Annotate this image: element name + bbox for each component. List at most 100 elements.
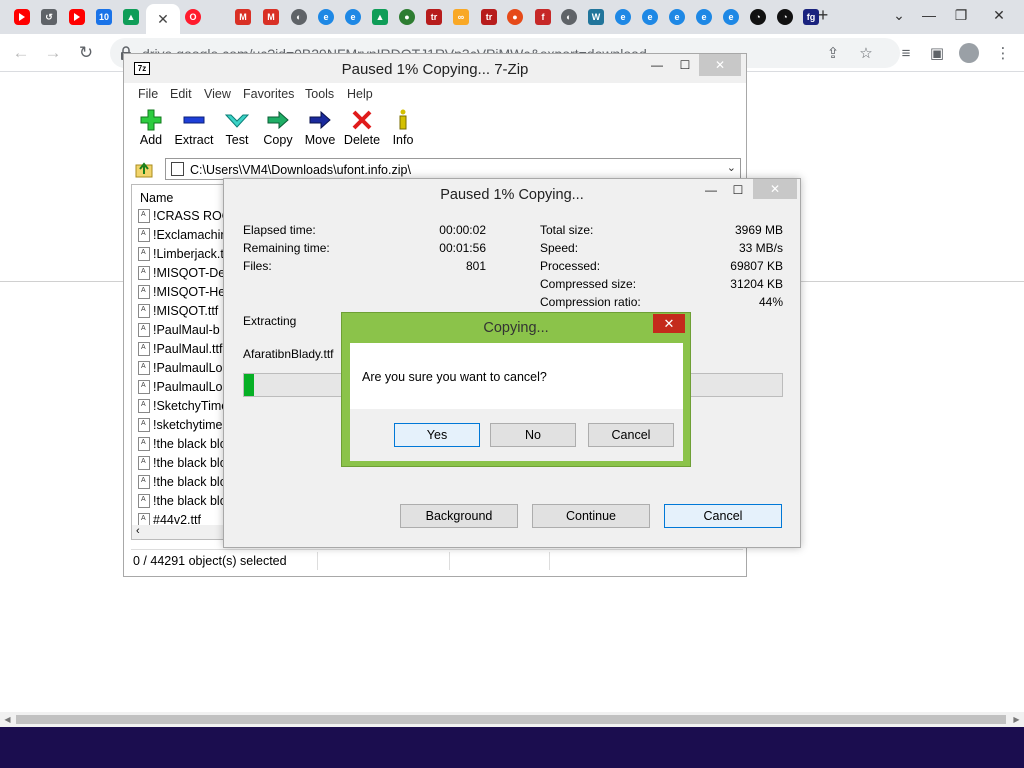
action-label: Extracting [243, 314, 297, 328]
bookmark-star-icon[interactable]: ☆ [853, 40, 879, 66]
dark-circle-icon[interactable]: ◔ [747, 6, 769, 28]
glasses-icon[interactable]: ∞ [450, 6, 472, 28]
history-icon[interactable]: ↺ [38, 6, 60, 28]
file-row[interactable]: !Exclamachine [138, 228, 234, 247]
calendar-icon[interactable]: 10 [93, 6, 115, 28]
scrollbar-thumb[interactable] [16, 715, 1006, 724]
confirm-button-row: Yes No Cancel [350, 409, 683, 461]
file-row[interactable]: !PaulmaulLo [138, 380, 223, 399]
edge-icon[interactable]: e [639, 6, 661, 28]
edge-icon[interactable]: e [342, 6, 364, 28]
maximize-icon[interactable]: ☐ [670, 54, 700, 76]
file-row[interactable]: !the black blo [138, 475, 227, 494]
cancel-button[interactable]: Cancel [664, 504, 782, 528]
info-button[interactable]: Info [387, 109, 419, 153]
file-row[interactable]: !PaulMaul-b [138, 323, 220, 342]
wordpress-icon[interactable]: W [585, 6, 607, 28]
file-row[interactable]: !MISQOT-He [138, 285, 225, 304]
red-f-icon[interactable]: f [532, 6, 554, 28]
side-panel-icon[interactable]: ▣ [924, 40, 950, 66]
chevron-down-icon[interactable]: ⌄ [727, 161, 736, 174]
folder-up-icon[interactable] [135, 160, 153, 178]
globe-icon[interactable]: ◐ [558, 6, 580, 28]
close-icon[interactable]: ✕ [753, 179, 797, 199]
tr-icon[interactable]: tr [478, 6, 500, 28]
page-horizontal-scrollbar[interactable]: ◀ ▶ [0, 712, 1024, 727]
edge-icon[interactable]: e [315, 6, 337, 28]
scroll-left-icon[interactable]: ◀ [0, 712, 15, 727]
youtube-icon[interactable] [11, 6, 33, 28]
close-icon[interactable]: ✕ [699, 54, 741, 76]
yes-button[interactable]: Yes [394, 423, 480, 447]
youtube-icon[interactable] [66, 6, 88, 28]
scroll-left-icon[interactable]: ‹ [136, 525, 140, 537]
copy-button[interactable]: Copy [257, 109, 299, 153]
reload-button[interactable]: ↻ [73, 40, 99, 66]
no-button[interactable]: No [490, 423, 576, 447]
back-button[interactable]: ← [8, 40, 34, 66]
google-drive-icon[interactable]: ▲ [120, 6, 142, 28]
dialog-cancel-button[interactable]: Cancel [588, 423, 674, 447]
file-row[interactable]: !the black blo [138, 456, 227, 475]
file-row[interactable]: !sketchytime [138, 418, 222, 437]
active-tab[interactable]: ✕ [146, 4, 180, 34]
file-row[interactable]: !PaulMaul.ttf [138, 342, 222, 361]
file-row[interactable]: !MISQOT.ttf [138, 304, 218, 323]
profile-avatar-icon[interactable] [956, 40, 982, 66]
minimize-icon[interactable]: — [642, 54, 672, 76]
new-tab-button[interactable]: + [808, 2, 838, 28]
file-row[interactable]: !SketchyTime [138, 399, 228, 418]
font-file-icon [138, 342, 150, 356]
earth-icon[interactable]: ● [396, 6, 418, 28]
copy-label: Copy [263, 133, 293, 147]
edge-icon[interactable]: e [720, 6, 742, 28]
gmail-icon[interactable]: M [232, 6, 254, 28]
menu-edit[interactable]: Edit [170, 87, 192, 101]
menu-favorites[interactable]: Favorites [243, 87, 294, 101]
add-button[interactable]: Add [131, 109, 171, 153]
background-button[interactable]: Background [400, 504, 518, 528]
move-button[interactable]: Move [299, 109, 341, 153]
minimize-icon[interactable]: — [914, 2, 944, 28]
minimize-icon[interactable]: — [697, 179, 725, 201]
maximize-icon[interactable]: ☐ [724, 179, 752, 201]
edge-icon[interactable]: e [666, 6, 688, 28]
list-horizontal-scrollbar[interactable]: ‹ [132, 525, 232, 539]
edge-icon[interactable]: e [612, 6, 634, 28]
delete-button[interactable]: Delete [341, 109, 383, 153]
restore-icon[interactable]: ❐ [946, 2, 976, 28]
scroll-right-icon[interactable]: ▶ [1009, 712, 1024, 727]
menu-help[interactable]: Help [347, 87, 373, 101]
file-row[interactable]: !Limberjack.ttf [138, 247, 231, 266]
close-icon[interactable]: ✕ [157, 11, 169, 28]
file-row[interactable]: !PaulmaulLo [138, 361, 223, 380]
close-icon[interactable]: ✕ [653, 314, 685, 333]
column-header-name[interactable]: Name [140, 191, 173, 205]
test-button[interactable]: Test [217, 109, 257, 153]
extract-button[interactable]: Extract [171, 109, 217, 153]
file-row[interactable]: !the black blo [138, 437, 227, 456]
google-drive-icon[interactable]: ▲ [369, 6, 391, 28]
media-control-icon[interactable]: ≡ [893, 40, 919, 66]
continue-button[interactable]: Continue [532, 504, 650, 528]
file-row[interactable]: !MISQOT-De [138, 266, 225, 285]
dark-circle-icon[interactable]: ◔ [774, 6, 796, 28]
edge-icon[interactable]: e [693, 6, 715, 28]
menu-file[interactable]: File [138, 87, 158, 101]
gmail-icon[interactable]: M [260, 6, 282, 28]
close-window-icon[interactable]: ✕ [984, 2, 1014, 28]
basketball-icon[interactable]: ● [504, 6, 526, 28]
tr-icon[interactable]: tr [423, 6, 445, 28]
forward-button[interactable]: → [40, 40, 66, 66]
info-label: Info [392, 133, 414, 147]
tab-search-icon[interactable]: ⌄ [884, 2, 914, 28]
globe-icon[interactable]: ◐ [288, 6, 310, 28]
menu-tools[interactable]: Tools [305, 87, 334, 101]
opera-icon[interactable]: O [182, 6, 204, 28]
menu-view[interactable]: View [204, 87, 231, 101]
path-combobox[interactable]: C:\Users\VM4\Downloads\ufont.info.zip\ ⌄ [165, 158, 741, 180]
file-row[interactable]: !the black blo [138, 494, 227, 513]
share-icon[interactable]: ⇪ [820, 40, 846, 66]
path-text[interactable]: C:\Users\VM4\Downloads\ufont.info.zip\ [190, 163, 411, 177]
more-menu-icon[interactable]: ⋮ [990, 40, 1016, 66]
